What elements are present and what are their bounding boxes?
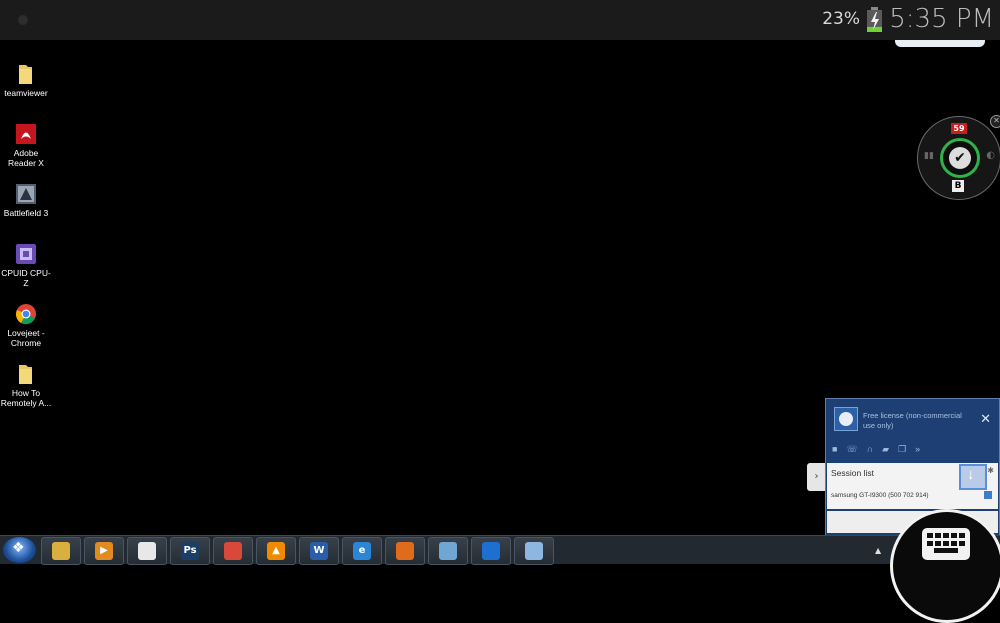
taskbar-vlc-button[interactable]: ▲ [256,537,296,565]
taskbar-photoshop-button[interactable]: Ps [170,537,210,565]
status-clock: 5:35 PM [889,4,994,34]
desktop-icon-label: teamviewer [4,88,48,98]
app-window-icon [525,542,543,560]
taskbar: ▶ Ps ▲ We [0,535,1000,565]
battlefield-icon [16,184,36,204]
desktop-icon-cpuz[interactable]: CPUID CPU-Z [0,242,52,288]
photoshop-icon: Ps [181,542,199,560]
taskbar-notepad-button[interactable] [127,537,167,565]
download-icon[interactable] [959,464,987,490]
booster-b-badge: B [952,180,964,192]
video-icon[interactable]: ■ [832,444,837,458]
status-bar: 23% 5:35 PM [0,0,1000,40]
session-list-label: Session list [831,468,874,478]
session-list: Session list ✱ samsung GT-I9300 (500 702… [827,463,998,509]
start-button[interactable] [3,537,36,563]
files-icon[interactable]: ❐ [898,444,906,458]
more-icon[interactable]: » [915,444,920,458]
cpuz-icon [16,244,36,264]
desktop-icon-label: CPUID CPU-Z [1,268,51,288]
session-info-icon[interactable] [984,491,992,499]
taskbar-chrome-button[interactable] [213,537,253,565]
taskbar-app-button[interactable] [428,537,468,565]
desktop-icon-label: Adobe Reader X [8,148,44,168]
notification-dot-icon [17,14,29,26]
close-icon[interactable]: ✕ [980,411,991,427]
desktop-icon-battlefield[interactable]: Battlefield 3 [0,182,52,218]
battery-percent: 23% [822,9,860,29]
desktop-icon-adobe-reader[interactable]: Adobe Reader X [0,122,52,168]
taskbar-windows-explorer-button[interactable] [41,537,81,565]
word-icon: W [310,542,328,560]
teamviewer-logo-icon [834,407,858,431]
firefox-icon [396,542,414,560]
folder-icon [19,65,32,84]
taskbar-media-player-button[interactable]: ▶ [84,537,124,565]
checkmark-icon: ✔ [949,147,971,169]
taskbar-firefox-button[interactable] [385,537,425,565]
keyboard-icon [922,528,970,560]
booster-close-icon[interactable]: ✕ [990,115,1000,128]
windows-explorer-icon [52,542,70,560]
adobe-reader-icon [16,124,36,144]
media-player-icon: ▶ [95,542,113,560]
booster-right-icon[interactable]: ◐ [986,150,995,161]
teamviewer-panel-toggle[interactable]: › [807,463,826,491]
booster-count-badge: 59 [951,123,967,134]
app-icon [439,542,457,560]
booster-widget[interactable]: ✕ 59 ▮▮ ✔ ◐ B [917,115,1000,200]
vlc-icon: ▲ [267,542,285,560]
taskbar-internet-explorer-button[interactable]: e [342,537,382,565]
taskbar-word-button[interactable]: W [299,537,339,565]
battery-charging-icon [867,7,882,32]
chrome-icon [224,542,242,560]
notepad-icon [138,542,156,560]
headset-icon[interactable]: ∩ [867,444,873,458]
tray-expand-icon[interactable]: ▲ [875,546,881,555]
desktop-icon-teamviewer[interactable]: teamviewer [0,62,52,98]
desktop-icon-label: Battlefield 3 [3,208,49,218]
chrome-icon [16,304,36,325]
booster-status-ring[interactable]: ✔ [940,138,980,178]
phone-icon[interactable]: ☏ [846,444,857,458]
notification-pull-tab[interactable] [895,40,985,47]
desktop-icon-label: Lovejeet - Chrome [7,328,45,348]
license-notice: Free license (non-commercial use only) [863,411,962,430]
teamviewer-icon [482,542,500,560]
gear-icon[interactable]: ✱ [987,466,994,475]
desktop-icon-chrome[interactable]: Lovejeet - Chrome [0,302,52,348]
booster-left-icon[interactable]: ▮▮ [924,151,934,161]
taskbar-teamviewer-button[interactable] [471,537,511,565]
keyboard-toggle-button[interactable] [890,509,1000,623]
desktop-icon-label: How To Remotely A... [0,388,52,408]
chat-icon[interactable]: ▰ [882,444,889,458]
folder-icon [19,365,32,384]
internet-explorer-icon: e [353,542,371,560]
teamviewer-toolbar: ■ ☏ ∩ ▰ ❐ » [832,444,992,458]
desktop-icon-how-to-folder[interactable]: How To Remotely A... [0,362,52,408]
taskbar-app-window-button[interactable] [514,537,554,565]
session-device[interactable]: samsung GT-I9300 (500 702 914) [831,492,929,499]
